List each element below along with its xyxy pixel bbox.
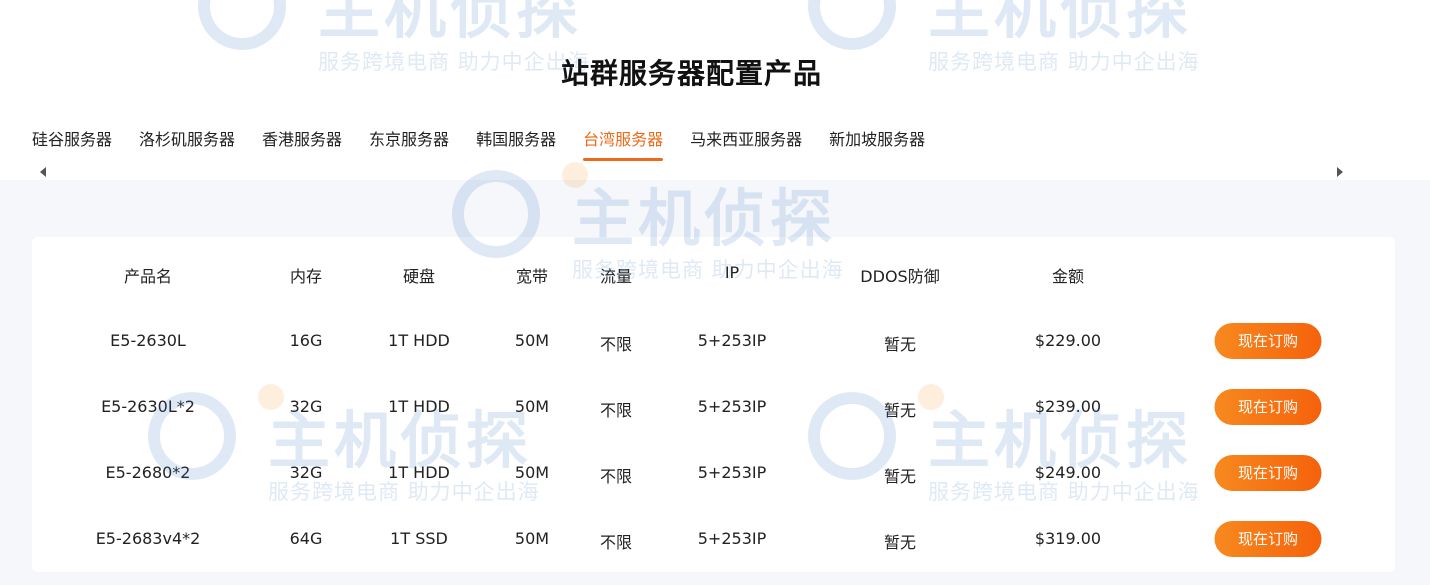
row-name: E5-2630L*2 — [101, 397, 195, 416]
row-bandwidth: 50M — [514, 529, 550, 548]
header-name: 产品名 — [123, 267, 173, 286]
row-bandwidth: 50M — [514, 463, 550, 482]
row-name: E5-2680*2 — [105, 463, 191, 482]
order-now-button[interactable]: 现在订购 — [1214, 521, 1322, 557]
page-title: 站群服务器配置产品 — [560, 57, 822, 90]
row-ip: 5+253IP — [697, 463, 767, 482]
row-disk: 1T HDD — [388, 331, 450, 350]
row-ddos: 暂无 — [883, 467, 917, 486]
header-ip: IP — [724, 263, 740, 282]
row-disk: 1T HDD — [388, 397, 450, 416]
row-name: E5-2630L — [110, 331, 186, 350]
tab-tokyo[interactable]: 东京服务器 — [369, 122, 449, 166]
header-price: 金额 — [1051, 267, 1085, 286]
region-tabs: 硅谷服务器 洛杉矶服务器 香港服务器 东京服务器 韩国服务器 台湾服务器 马来西… — [32, 122, 952, 166]
row-memory: 64G — [289, 529, 323, 548]
header-traffic: 流量 — [599, 267, 633, 286]
row-price: $239.00 — [1034, 397, 1102, 416]
row-ddos: 暂无 — [883, 335, 917, 354]
row-ip: 5+253IP — [697, 331, 767, 350]
header-ddos: DDOS防御 — [860, 267, 940, 286]
row-ip: 5+253IP — [697, 529, 767, 548]
row-name: E5-2683v4*2 — [95, 529, 201, 548]
watermark-main-text: 主机侦探 — [928, 0, 1193, 47]
row-traffic: 不限 — [599, 401, 633, 420]
tab-singapore[interactable]: 新加坡服务器 — [829, 122, 925, 166]
watermark-main-text: 主机侦探 — [318, 0, 583, 47]
order-now-button[interactable]: 现在订购 — [1214, 455, 1322, 491]
row-memory: 32G — [289, 397, 323, 416]
row-traffic: 不限 — [599, 335, 633, 354]
row-price: $229.00 — [1034, 331, 1102, 350]
row-bandwidth: 50M — [514, 331, 550, 350]
product-table: 产品名 内存 硬盘 宽带 流量 IP DDOS防御 金额 E5-2630L 16… — [32, 237, 1395, 572]
tab-los-angeles[interactable]: 洛杉矶服务器 — [139, 122, 235, 166]
row-ddos: 暂无 — [883, 401, 917, 420]
row-disk: 1T HDD — [388, 463, 450, 482]
row-disk: 1T SSD — [390, 529, 448, 548]
tab-hong-kong[interactable]: 香港服务器 — [262, 122, 342, 166]
row-ddos: 暂无 — [883, 533, 917, 552]
row-traffic: 不限 — [599, 467, 633, 486]
row-price: $249.00 — [1034, 463, 1102, 482]
scroll-left-icon[interactable] — [40, 167, 46, 177]
order-now-button[interactable]: 现在订购 — [1214, 323, 1322, 359]
row-traffic: 不限 — [599, 533, 633, 552]
row-memory: 16G — [289, 331, 323, 350]
row-price: $319.00 — [1034, 529, 1102, 548]
header-disk: 硬盘 — [402, 267, 436, 286]
header-memory: 内存 — [289, 267, 323, 286]
row-ip: 5+253IP — [697, 397, 767, 416]
tab-scroll-strip — [0, 166, 1380, 180]
order-now-button[interactable]: 现在订购 — [1214, 389, 1322, 425]
scroll-right-icon[interactable] — [1337, 167, 1343, 177]
header-bandwidth: 宽带 — [515, 267, 549, 286]
tab-taiwan[interactable]: 台湾服务器 — [583, 122, 664, 166]
tab-silicon-valley[interactable]: 硅谷服务器 — [32, 122, 112, 166]
row-bandwidth: 50M — [514, 397, 550, 416]
watermark-circle-icon — [198, 0, 286, 50]
tab-malaysia[interactable]: 马来西亚服务器 — [690, 122, 802, 166]
watermark-circle-icon — [808, 0, 896, 50]
row-memory: 32G — [289, 463, 323, 482]
tab-korea[interactable]: 韩国服务器 — [476, 122, 556, 166]
